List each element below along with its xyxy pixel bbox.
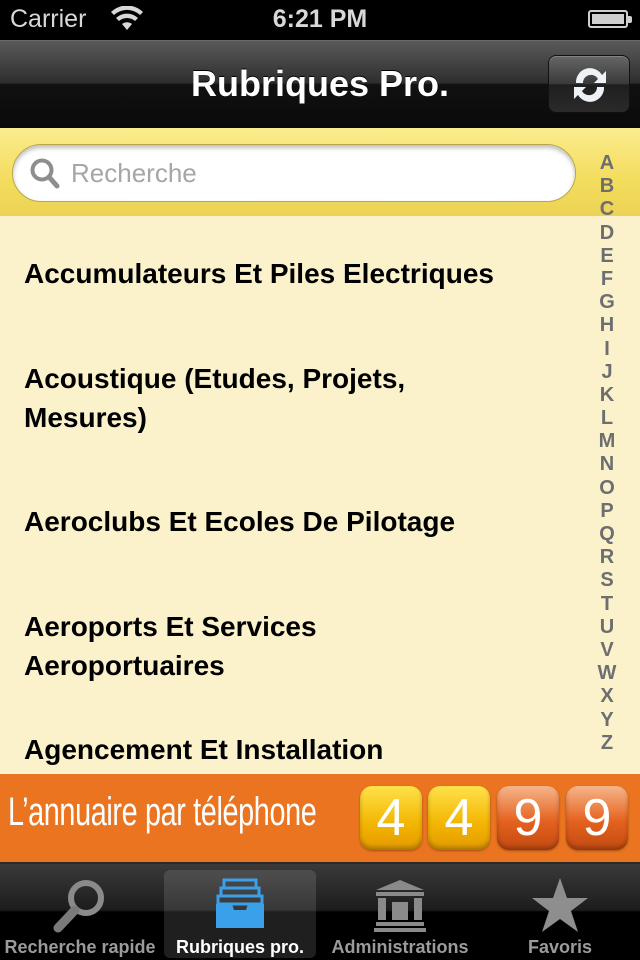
index-letter[interactable]: Q — [599, 523, 615, 546]
refresh-button[interactable] — [548, 55, 630, 113]
index-letter[interactable]: L — [601, 407, 613, 430]
inbox-tray-icon — [216, 878, 264, 928]
index-letter[interactable]: R — [600, 546, 614, 569]
search-bar — [0, 128, 640, 216]
index-letter[interactable]: Z — [601, 732, 613, 755]
banner-digit: 4 — [428, 786, 490, 850]
list-item[interactable]: Aeroclubs Et Ecoles De Pilotage — [24, 502, 574, 541]
banner-digit: 9 — [497, 786, 559, 850]
index-letter[interactable]: G — [599, 291, 615, 314]
index-letter[interactable]: C — [600, 198, 614, 221]
index-letter[interactable]: B — [600, 175, 614, 198]
list-item[interactable]: Agencement Et Installation — [24, 730, 574, 769]
index-letter[interactable]: S — [600, 569, 613, 592]
status-bar: Carrier 6:21 PM — [0, 0, 640, 40]
government-building-icon — [374, 880, 426, 932]
tab-bar: Recherche rapide Rubriques pro. Administ… — [0, 862, 640, 960]
banner-digit: 4 — [360, 786, 422, 850]
star-icon — [532, 878, 588, 932]
index-letter[interactable]: D — [600, 222, 614, 245]
tab-label: Recherche rapide — [4, 937, 156, 957]
tab-rubriques-pro[interactable]: Rubriques pro. — [164, 870, 316, 958]
index-letter[interactable]: P — [600, 500, 613, 523]
battery-icon — [588, 10, 632, 28]
magnifier-icon — [53, 880, 104, 933]
clock: 6:21 PM — [272, 5, 368, 33]
index-letter[interactable]: N — [600, 453, 614, 476]
index-letter[interactable]: Y — [600, 709, 613, 732]
page-title: Rubriques Pro. — [190, 63, 450, 104]
index-letter[interactable]: E — [600, 245, 613, 268]
tab-label: Favoris — [527, 937, 593, 957]
index-letter[interactable]: H — [600, 314, 614, 337]
banner-digit: 9 — [566, 786, 628, 850]
refresh-icon — [574, 68, 606, 102]
tab-favoris[interactable]: Favoris — [484, 870, 636, 958]
alphabet-index[interactable]: ABCDEFGHIJKLMNOPQRSTUVWXYZ — [596, 152, 618, 755]
tab-recherche-rapide[interactable]: Recherche rapide — [4, 870, 156, 958]
index-letter[interactable]: J — [601, 361, 612, 384]
tab-label: Administrations — [331, 937, 469, 957]
advertising-banner[interactable]: L’annuaire par téléphone 4 4 9 9 — [0, 774, 640, 862]
search-icon — [30, 158, 60, 189]
index-letter[interactable]: V — [600, 639, 613, 662]
index-letter[interactable]: F — [601, 268, 613, 291]
index-letter[interactable]: T — [601, 593, 613, 616]
search-input[interactable] — [71, 153, 551, 193]
search-field[interactable] — [12, 144, 576, 202]
list-item[interactable]: Accumulateurs Et Piles Electriques — [24, 254, 574, 293]
tab-administrations[interactable]: Administrations — [324, 870, 476, 958]
list-item[interactable]: Aeroports Et Services Aeroportuaires — [24, 607, 424, 685]
index-letter[interactable]: U — [600, 616, 614, 639]
navigation-bar: Rubriques Pro. — [0, 40, 640, 128]
banner-slogan: L’annuaire par téléphone — [8, 790, 317, 834]
index-letter[interactable]: M — [599, 430, 616, 453]
index-letter[interactable]: O — [599, 477, 615, 500]
index-letter[interactable]: I — [604, 338, 610, 361]
index-letter[interactable]: A — [600, 152, 614, 175]
tab-label: Rubriques pro. — [175, 937, 304, 957]
list-item[interactable]: Acoustique (Etudes, Projets, Mesures) — [24, 359, 494, 437]
index-letter[interactable]: X — [600, 685, 613, 708]
category-list[interactable]: Accumulateurs Et Piles Electriques Acous… — [0, 216, 640, 774]
index-letter[interactable]: K — [600, 384, 614, 407]
index-letter[interactable]: W — [598, 662, 617, 685]
